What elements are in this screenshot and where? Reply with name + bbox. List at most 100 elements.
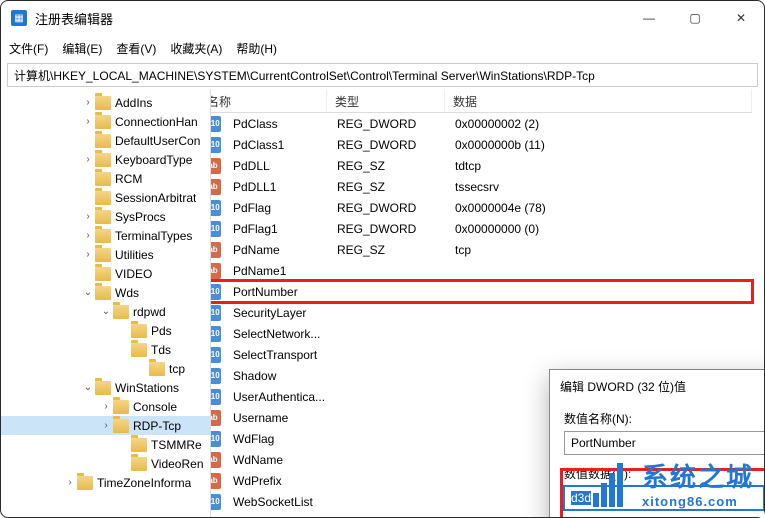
minimize-button[interactable]: — — [626, 1, 672, 35]
tree-item-utilities[interactable]: ›Utilities — [1, 245, 210, 264]
value-type: REG_DWORD — [329, 117, 447, 131]
tree-item-rdp-tcp[interactable]: › RDP-Tcp — [1, 416, 210, 435]
value-row-pdclass1[interactable]: 010PdClass1REG_DWORD0x0000000b (11) — [211, 134, 752, 155]
name-input[interactable] — [564, 431, 764, 455]
tree-item-keyboardtype[interactable]: › KeyboardType — [1, 150, 210, 169]
tree-item-terminaltypes[interactable]: › TerminalTypes — [1, 226, 210, 245]
menu-view[interactable]: 查看(V) — [116, 40, 156, 57]
tree-item-videoren[interactable]: VideoRen — [1, 454, 210, 473]
maximize-button[interactable]: ▢ — [672, 1, 718, 35]
tree-item-rdpwd[interactable]: ⌄ rdpwd — [1, 302, 210, 321]
tree-item-winstations[interactable]: ⌄WinStations — [1, 378, 210, 397]
value-row-pdclass[interactable]: 010PdClassREG_DWORD0x00000002 (2) — [211, 113, 752, 134]
tree-item-tds[interactable]: Tds — [1, 340, 210, 359]
tree-item-wds[interactable]: ⌄Wds — [1, 283, 210, 302]
value-type: REG_DWORD — [329, 222, 447, 236]
col-data[interactable]: 数据 — [445, 89, 752, 112]
string-value-icon: ab — [211, 158, 221, 174]
binary-value-icon: 010 — [211, 305, 221, 321]
chevron-right-icon[interactable]: › — [81, 211, 95, 222]
col-type[interactable]: 类型 — [327, 89, 445, 112]
value-row-selectnetwork[interactable]: 010SelectNetwork... — [211, 323, 752, 344]
chevron-down-icon[interactable]: ⌄ — [99, 306, 113, 317]
value-name: SecurityLayer — [225, 306, 329, 320]
chevron-right-icon[interactable]: › — [81, 97, 95, 108]
value-type: REG_SZ — [329, 180, 447, 194]
name-label: 数值名称(N): — [564, 410, 764, 427]
list-view[interactable]: 名称 类型 数据 010PdClassREG_DWORD0x00000002 (… — [211, 89, 764, 517]
value-row-securitylayer[interactable]: 010 SecurityLayer — [211, 302, 752, 323]
tree-label: Tds — [151, 343, 171, 357]
menu-help[interactable]: 帮助(H) — [236, 40, 277, 57]
tree-label: VideoRen — [151, 457, 204, 471]
menu-edit[interactable]: 编辑(E) — [62, 40, 102, 57]
chevron-right-icon[interactable]: › — [99, 401, 113, 412]
tree-item-timezoneinforma[interactable]: ›TimeZoneInforma — [1, 473, 210, 492]
menu-file[interactable]: 文件(F) — [9, 40, 48, 57]
tree-item-sessionarbitrat[interactable]: SessionArbitrat — [1, 188, 210, 207]
close-button[interactable]: ✕ — [718, 1, 764, 35]
tree-label: rdpwd — [133, 305, 166, 319]
list-header: 名称 类型 数据 — [211, 89, 752, 113]
chevron-right-icon[interactable]: › — [81, 249, 95, 260]
menu-favorites[interactable]: 收藏夹(A) — [170, 40, 222, 57]
folder-icon — [95, 172, 111, 186]
chevron-right-icon[interactable]: › — [63, 477, 77, 488]
tree-item-addins[interactable]: ›AddIns — [1, 93, 210, 112]
chevron-right-icon[interactable]: › — [81, 230, 95, 241]
tree-item-defaultusercon[interactable]: DefaultUserCon — [1, 131, 210, 150]
tree-label: RDP-Tcp — [133, 419, 181, 433]
value-name: PdFlag1 — [225, 222, 329, 236]
tree-item-rcm[interactable]: RCM — [1, 169, 210, 188]
folder-icon — [95, 96, 111, 110]
string-value-icon: ab — [211, 179, 221, 195]
tree-view[interactable]: ›AddIns›ConnectionHan DefaultUserCon › Keyb… — [1, 89, 211, 517]
value-row-portnumber[interactable]: 010PortNumber — [211, 281, 752, 302]
value-row-pdflag1[interactable]: 010PdFlag1REG_DWORD0x00000000 (0) — [211, 218, 752, 239]
value-type: REG_SZ — [329, 159, 447, 173]
string-value-icon: ab — [211, 263, 221, 279]
string-value-icon: ab — [211, 473, 221, 489]
tree-label: tcp — [169, 362, 185, 376]
chevron-right-icon[interactable]: › — [81, 116, 95, 127]
folder-icon — [131, 324, 147, 338]
tree-item-sysprocs[interactable]: ›SysProcs — [1, 207, 210, 226]
dialog-title-text: 编辑 DWORD (32 位)值 — [560, 378, 764, 395]
value-type: REG_SZ — [329, 243, 447, 257]
tree-item-video[interactable]: VIDEO — [1, 264, 210, 283]
tree-label: TerminalTypes — [115, 229, 192, 243]
chevron-down-icon[interactable]: ⌄ — [81, 382, 95, 393]
tree-label: KeyboardType — [115, 153, 192, 167]
tree-item-pds[interactable]: Pds — [1, 321, 210, 340]
folder-icon — [95, 229, 111, 243]
value-row-pddll1[interactable]: abPdDLL1REG_SZtssecsrv — [211, 176, 752, 197]
chevron-right-icon[interactable]: › — [99, 420, 113, 431]
tree-label: DefaultUserCon — [115, 134, 200, 148]
value-name: Username — [225, 411, 329, 425]
dialog-body: 数值名称(N): 数值数据(V): 基数 十六进制(H) — [550, 402, 764, 517]
value-row-selecttransport[interactable]: 010SelectTransport — [211, 344, 752, 365]
value-row-pdflag[interactable]: 010PdFlagREG_DWORD0x0000004e (78) — [211, 197, 752, 218]
value-row-pdname[interactable]: abPdNameREG_SZtcp — [211, 239, 752, 260]
binary-value-icon: 010 — [211, 389, 221, 405]
value-type: REG_DWORD — [329, 138, 447, 152]
folder-icon — [131, 438, 147, 452]
col-name[interactable]: 名称 — [211, 89, 327, 112]
chevron-down-icon[interactable]: ⌄ — [81, 287, 95, 298]
value-row-pddll[interactable]: abPdDLLREG_SZtdtcp — [211, 155, 752, 176]
value-row-pdname1[interactable]: abPdName1 — [211, 260, 752, 281]
folder-icon — [113, 419, 129, 433]
path-bar[interactable]: 计算机\HKEY_LOCAL_MACHINE\SYSTEM\CurrentCon… — [7, 63, 758, 87]
value-input[interactable] — [564, 486, 764, 510]
tree-item-tsmmre[interactable]: TSMMRe — [1, 435, 210, 454]
folder-icon — [113, 305, 129, 319]
value-name: PdClass1 — [225, 138, 329, 152]
binary-value-icon: 010 — [211, 347, 221, 363]
folder-icon — [95, 267, 111, 281]
chevron-right-icon[interactable]: › — [81, 154, 95, 165]
tree-label: SessionArbitrat — [115, 191, 196, 205]
tree-item-tcp[interactable]: tcp — [1, 359, 210, 378]
tree-item-connectionhan[interactable]: ›ConnectionHan — [1, 112, 210, 131]
tree-item-console[interactable]: ›Console — [1, 397, 210, 416]
folder-icon — [95, 248, 111, 262]
